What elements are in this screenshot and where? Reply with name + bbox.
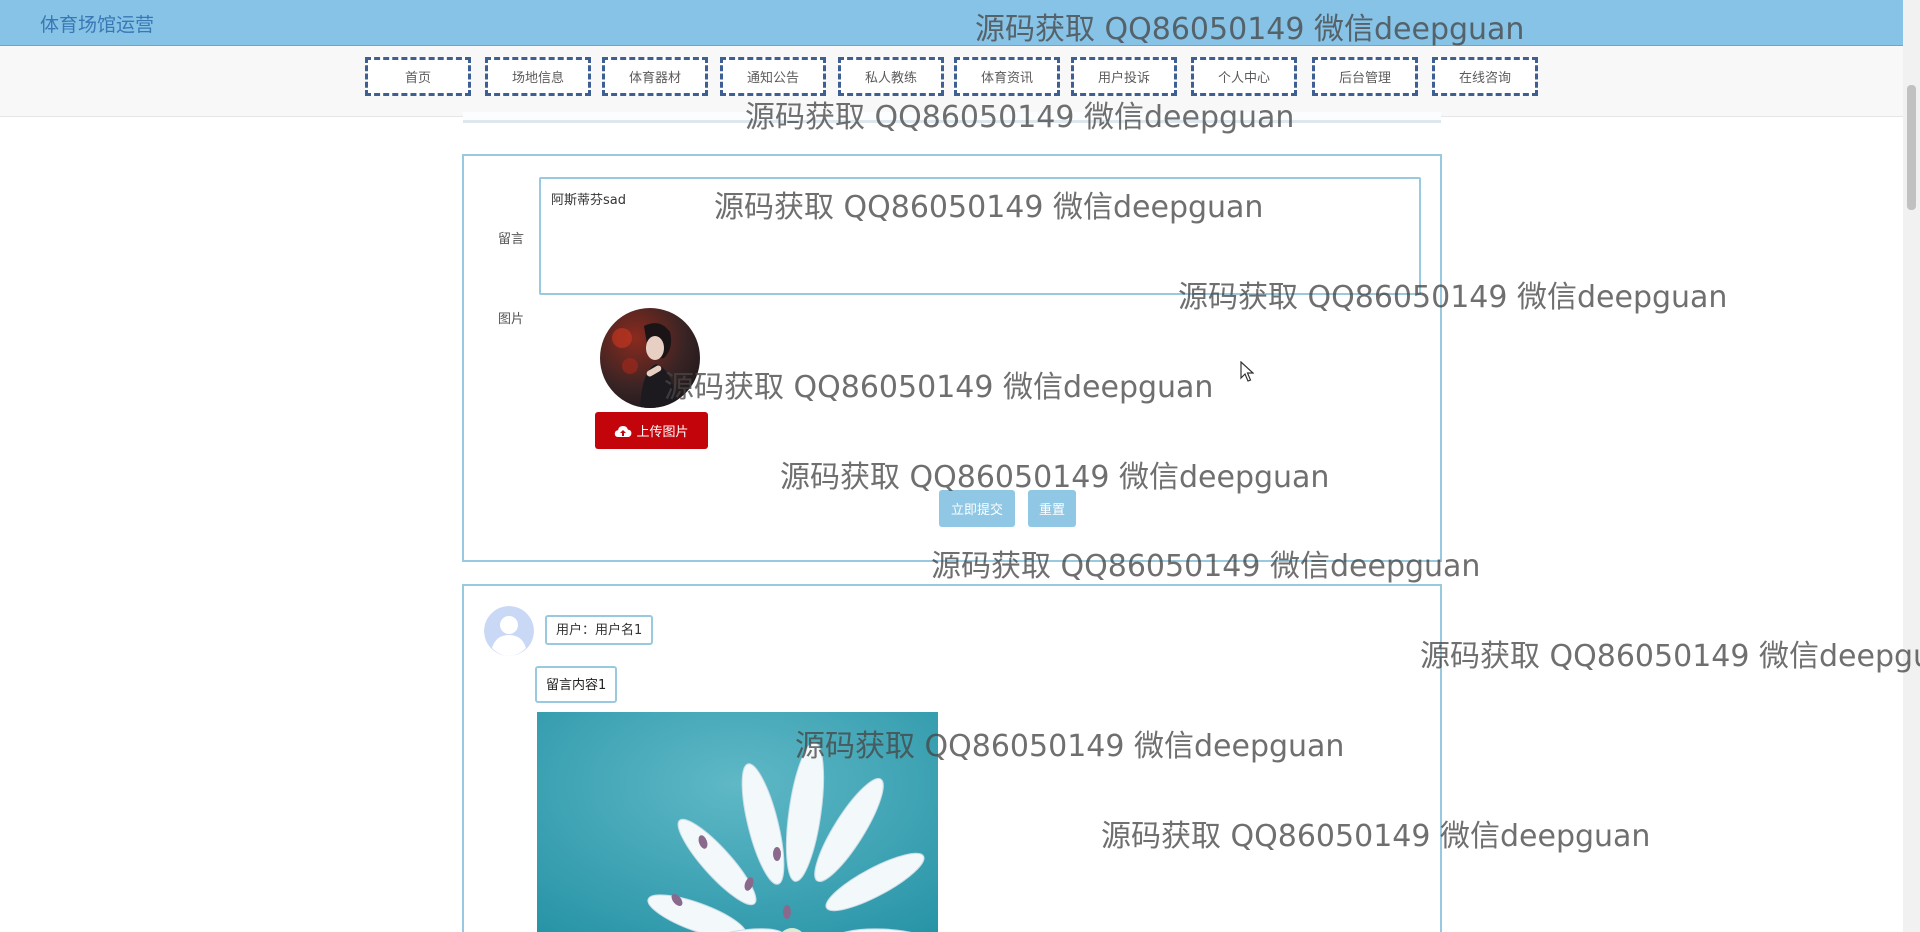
main-nav: 首页 场地信息 体育器材 通知公告 私人教练 体育资讯 用户投诉 个人中心 后台…: [0, 46, 1903, 117]
mouse-cursor-icon: [1240, 361, 1254, 382]
nav-item-profile[interactable]: 个人中心: [1191, 57, 1297, 96]
cloud-upload-icon: [615, 425, 632, 437]
submit-button[interactable]: 立即提交: [939, 490, 1015, 527]
nav-item-consult[interactable]: 在线咨询: [1432, 57, 1538, 96]
watermark-text: 源码获取 QQ86050149 微信deepgu: [1420, 639, 1920, 674]
nav-item-admin[interactable]: 后台管理: [1312, 57, 1418, 96]
top-bar: 体育场馆运营: [0, 0, 1903, 46]
message-label: 留言: [498, 232, 525, 247]
comment-item: 用户：用户名1 留言内容1: [462, 584, 1442, 932]
upload-button-label: 上传图片: [636, 425, 689, 440]
scrollbar-thumb[interactable]: [1907, 85, 1916, 210]
nav-item-venues[interactable]: 场地信息: [485, 57, 591, 96]
nav-item-coaches[interactable]: 私人教练: [838, 57, 944, 96]
message-form: 留言 图片 上传图片 立即提交 重置: [462, 154, 1442, 562]
comment-image: [537, 712, 938, 932]
nav-item-complaints[interactable]: 用户投诉: [1071, 57, 1177, 96]
comment-username: 用户：用户名1: [545, 615, 654, 645]
reset-button[interactable]: 重置: [1028, 490, 1076, 527]
user-avatar-icon: [484, 606, 534, 656]
upload-image-button[interactable]: 上传图片: [595, 412, 708, 449]
image-label: 图片: [498, 312, 525, 327]
nav-item-notices[interactable]: 通知公告: [720, 57, 826, 96]
app-title[interactable]: 体育场馆运营: [40, 10, 154, 37]
nav-item-home[interactable]: 首页: [365, 57, 471, 96]
previous-card-edge: [463, 112, 1441, 123]
nav-item-news[interactable]: 体育资讯: [954, 57, 1060, 96]
page-scrollbar[interactable]: [1903, 0, 1920, 932]
nav-item-equipment[interactable]: 体育器材: [602, 57, 708, 96]
comment-content: 留言内容1: [535, 666, 618, 703]
uploaded-image-preview[interactable]: [600, 308, 700, 408]
message-input[interactable]: [539, 177, 1421, 295]
